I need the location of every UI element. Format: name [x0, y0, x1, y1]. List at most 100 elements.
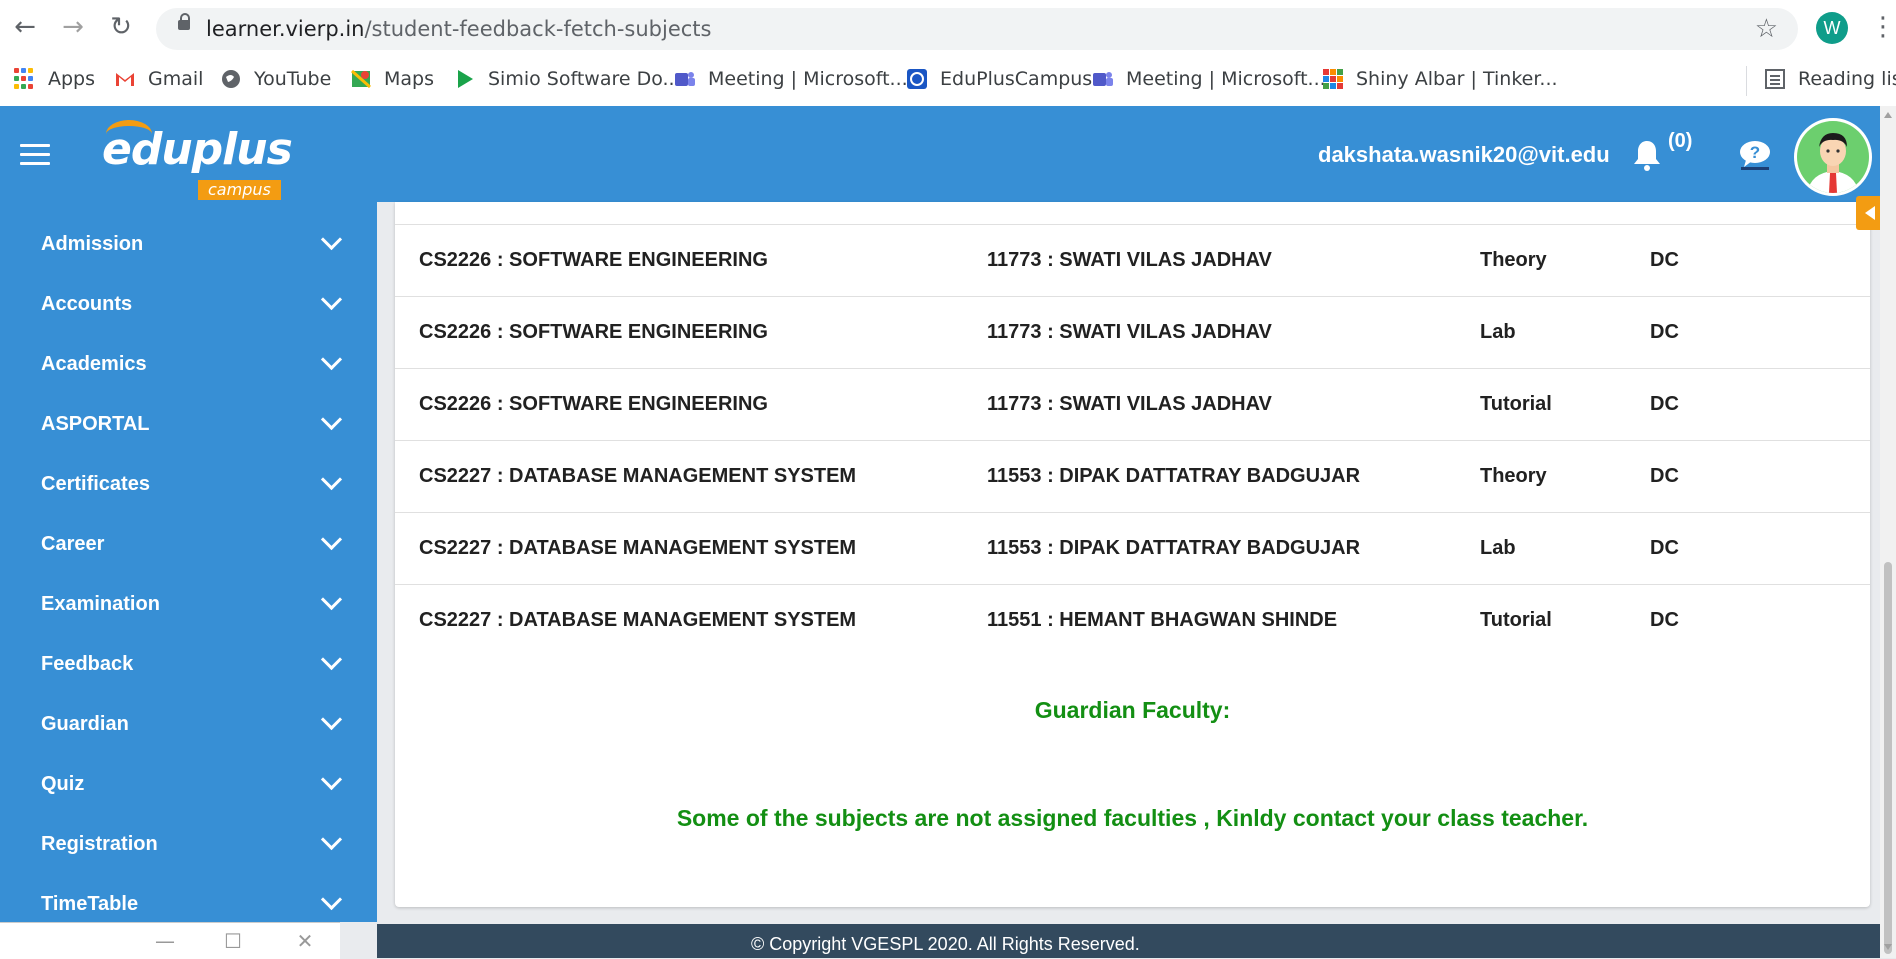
close-icon[interactable]: ✕ — [290, 929, 320, 953]
forward-icon[interactable]: → — [58, 12, 88, 42]
category-cell: DC — [1650, 393, 1679, 415]
scroll-up-icon[interactable] — [1884, 112, 1892, 118]
address-bar[interactable]: learner.vierp.in/student-feedback-fetch-… — [156, 8, 1798, 50]
category-cell: DC — [1650, 249, 1679, 271]
eduplus-logo[interactable]: eduplus campus — [102, 120, 293, 200]
sidebar-item-label: TimeTable — [41, 892, 139, 915]
bookmark-label: Maps — [384, 68, 434, 90]
subject-cell: CS2227 : DATABASE MANAGEMENT SYSTEM — [419, 609, 857, 631]
sidebar-item-admission[interactable]: Admission — [0, 214, 377, 274]
chevron-down-icon — [320, 228, 343, 251]
sidebar-item-career[interactable]: Career — [0, 514, 377, 574]
gmail-icon — [116, 73, 134, 86]
bookmark-label: Apps — [48, 68, 96, 90]
sidebar-item-examination[interactable]: Examination — [0, 574, 377, 634]
subjects-card: CS2226 : SOFTWARE ENGINEERING 11773 : SW… — [395, 202, 1870, 907]
type-cell: Lab — [1480, 537, 1516, 559]
bookmark-gmail[interactable]: Gmail — [114, 68, 203, 90]
type-cell: Theory — [1480, 465, 1547, 487]
apps-grid-icon — [14, 68, 36, 90]
sidebar-item-label: Guardian — [41, 712, 129, 735]
bookmark-teams-2[interactable]: Meeting | Microsoft... — [1092, 68, 1326, 90]
lock-icon[interactable] — [178, 13, 190, 30]
bookmark-label: Meeting | Microsoft... — [1126, 68, 1326, 90]
subject-cell: CS2227 : DATABASE MANAGEMENT SYSTEM — [419, 465, 857, 487]
subject-cell: CS2226 : SOFTWARE ENGINEERING — [419, 393, 768, 415]
bookmark-label: Meeting | Microsoft... — [708, 68, 908, 90]
back-icon[interactable]: ← — [10, 12, 40, 42]
chevron-down-icon — [320, 768, 343, 791]
user-avatar[interactable] — [1794, 118, 1872, 196]
sidebar-item-asportal[interactable]: ASPORTAL — [0, 394, 377, 454]
help-chat-icon[interactable]: ? — [1738, 140, 1772, 170]
bookmark-apps[interactable]: Apps — [14, 68, 95, 90]
url-path: /student-feedback-fetch-subjects — [364, 17, 712, 41]
sidebar-item-label: Examination — [41, 592, 160, 615]
bookmark-tinkercad[interactable]: Shiny Albar | Tinker... — [1322, 68, 1558, 90]
sidebar-item-certificates[interactable]: Certificates — [0, 454, 377, 514]
faculty-cell: 11551 : HEMANT BHAGWAN SHINDE — [987, 609, 1338, 631]
sidebar-item-quiz[interactable]: Quiz — [0, 754, 377, 814]
chevron-down-icon — [320, 468, 343, 491]
notification-count: (0) — [1668, 130, 1693, 152]
bookmark-eduplus[interactable]: EduPlusCampus — [906, 68, 1092, 90]
reading-list-label: Reading list — [1798, 68, 1896, 90]
sidebar-item-guardian[interactable]: Guardian — [0, 694, 377, 754]
sidebar-item-feedback[interactable]: Feedback — [0, 634, 377, 694]
hamburger-menu-icon[interactable] — [20, 144, 50, 166]
sidebar-item-label: ASPORTAL — [41, 412, 150, 435]
bookmark-teams-1[interactable]: Meeting | Microsoft... — [674, 68, 908, 90]
page-scrollbar[interactable] — [1880, 106, 1896, 958]
reading-list[interactable]: Reading list — [1764, 68, 1896, 90]
page-footer: © Copyright VGESPL 2020. All Rights Rese… — [377, 924, 1880, 958]
sidebar-item-label: Academics — [41, 352, 147, 375]
sidebar-item-accounts[interactable]: Accounts — [0, 274, 377, 334]
chevron-down-icon — [320, 528, 343, 551]
bookmark-youtube[interactable]: YouTube — [220, 68, 331, 90]
chevron-down-icon — [320, 828, 343, 851]
play-icon — [458, 70, 473, 88]
teams-icon — [675, 72, 695, 86]
more-menu-icon[interactable]: ⋮ — [1870, 14, 1896, 40]
subject-cell: CS2226 : SOFTWARE ENGINEERING — [419, 249, 768, 271]
table-row: CS2226 : SOFTWARE ENGINEERING 11773 : SW… — [395, 296, 1870, 369]
sidebar-item-label: Registration — [41, 832, 158, 855]
url-text[interactable]: learner.vierp.in/student-feedback-fetch-… — [206, 17, 711, 41]
sidebar-item-label: Accounts — [41, 292, 133, 315]
sidebar-item-label: Feedback — [41, 652, 134, 675]
faculty-cell: 11553 : DIPAK DATTATRAY BADGUJAR — [987, 465, 1361, 487]
chevron-down-icon — [320, 708, 343, 731]
bookmark-label: YouTube — [254, 68, 332, 90]
subject-cell: CS2226 : SOFTWARE ENGINEERING — [419, 321, 768, 343]
guardian-faculty-heading: Guardian Faculty: — [1034, 697, 1231, 723]
reload-icon[interactable]: ↻ — [106, 12, 136, 42]
footer-copyright: © Copyright VGESPL 2020. All Rights Rese… — [751, 934, 1140, 954]
table-row: CS2227 : DATABASE MANAGEMENT SYSTEM 1155… — [395, 584, 1870, 657]
subject-cell: CS2227 : DATABASE MANAGEMENT SYSTEM — [419, 537, 857, 559]
bookmark-maps[interactable]: Maps — [350, 68, 434, 90]
category-cell: DC — [1650, 609, 1679, 631]
scrollbar-thumb[interactable] — [1884, 562, 1892, 954]
table-row: CS2227 : DATABASE MANAGEMENT SYSTEM 1155… — [395, 512, 1870, 585]
eduplus-icon — [907, 69, 927, 89]
bookmark-star-icon[interactable]: ☆ — [1755, 14, 1778, 44]
maximize-icon[interactable]: ☐ — [218, 929, 248, 953]
bell-icon[interactable] — [1632, 138, 1662, 172]
user-email[interactable]: dakshata.wasnik20@vit.edu — [1318, 142, 1610, 168]
scroll-down-icon[interactable] — [1884, 944, 1892, 950]
type-cell: Lab — [1480, 321, 1516, 343]
minimize-icon[interactable]: — — [150, 929, 180, 953]
bookmark-label: EduPlusCampus — [940, 68, 1093, 90]
browser-toolbar: ← → ↻ learner.vierp.in/student-feedback-… — [0, 0, 1896, 58]
profile-avatar[interactable]: W — [1816, 12, 1848, 44]
sidebar-item-academics[interactable]: Academics — [0, 334, 377, 394]
sidebar-item-label: Quiz — [41, 772, 85, 795]
sidebar-item-registration[interactable]: Registration — [0, 814, 377, 874]
type-cell: Tutorial — [1480, 393, 1552, 415]
chevron-down-icon — [320, 588, 343, 611]
bookmark-simio[interactable]: Simio Software Do... — [454, 68, 681, 90]
type-cell: Theory — [1480, 249, 1547, 271]
logo-campus: campus — [198, 180, 281, 200]
table-row: CS2226 : SOFTWARE ENGINEERING 11773 : SW… — [395, 368, 1870, 441]
category-cell: DC — [1650, 321, 1679, 343]
